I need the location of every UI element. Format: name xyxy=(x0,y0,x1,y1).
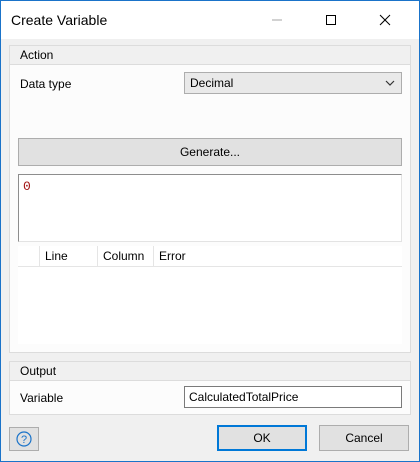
action-group-header: Action xyxy=(10,46,410,65)
expression-editor[interactable]: 0 xyxy=(18,174,402,242)
generate-button-label: Generate... xyxy=(179,145,241,159)
svg-text:?: ? xyxy=(21,434,27,446)
cancel-button[interactable]: Cancel xyxy=(319,425,409,451)
data-type-label: Data type xyxy=(20,77,72,91)
output-group-title: Output xyxy=(20,364,57,378)
help-icon: ? xyxy=(16,431,32,447)
cancel-button-label: Cancel xyxy=(345,431,383,445)
action-group-title: Action xyxy=(20,48,54,62)
column-header-error[interactable]: Error xyxy=(154,246,402,266)
error-table: Line Column Error xyxy=(18,246,402,344)
column-header-line[interactable]: Line xyxy=(40,246,98,266)
minimize-button[interactable] xyxy=(255,1,299,39)
error-table-header: Line Column Error xyxy=(18,246,402,267)
data-type-value: Decimal xyxy=(190,76,234,90)
column-header-column[interactable]: Column xyxy=(98,246,154,266)
output-group-header: Output xyxy=(10,362,410,381)
minimize-icon xyxy=(272,19,282,21)
data-type-dropdown[interactable]: Decimal xyxy=(184,72,402,94)
title-bar: Create Variable xyxy=(1,1,419,39)
error-table-header-blank xyxy=(18,246,40,266)
variable-name-input[interactable] xyxy=(184,386,402,408)
action-group: Action Data type Decimal Generate... 0 L… xyxy=(9,45,411,353)
output-group: Output Variable xyxy=(9,361,411,415)
help-button[interactable]: ? xyxy=(9,427,39,451)
close-icon xyxy=(379,14,391,26)
maximize-icon xyxy=(326,15,336,25)
ok-button-label: OK xyxy=(253,431,271,445)
close-button[interactable] xyxy=(363,1,407,39)
ok-button[interactable]: OK xyxy=(217,425,307,451)
window-title: Create Variable xyxy=(11,12,108,28)
variable-label: Variable xyxy=(20,391,64,405)
maximize-button[interactable] xyxy=(309,1,353,39)
expression-text: 0 xyxy=(23,179,31,194)
create-variable-dialog: Create Variable Action Data type Decimal xyxy=(0,0,420,462)
chevron-down-icon xyxy=(385,80,395,86)
generate-button[interactable]: Generate... xyxy=(18,138,402,166)
